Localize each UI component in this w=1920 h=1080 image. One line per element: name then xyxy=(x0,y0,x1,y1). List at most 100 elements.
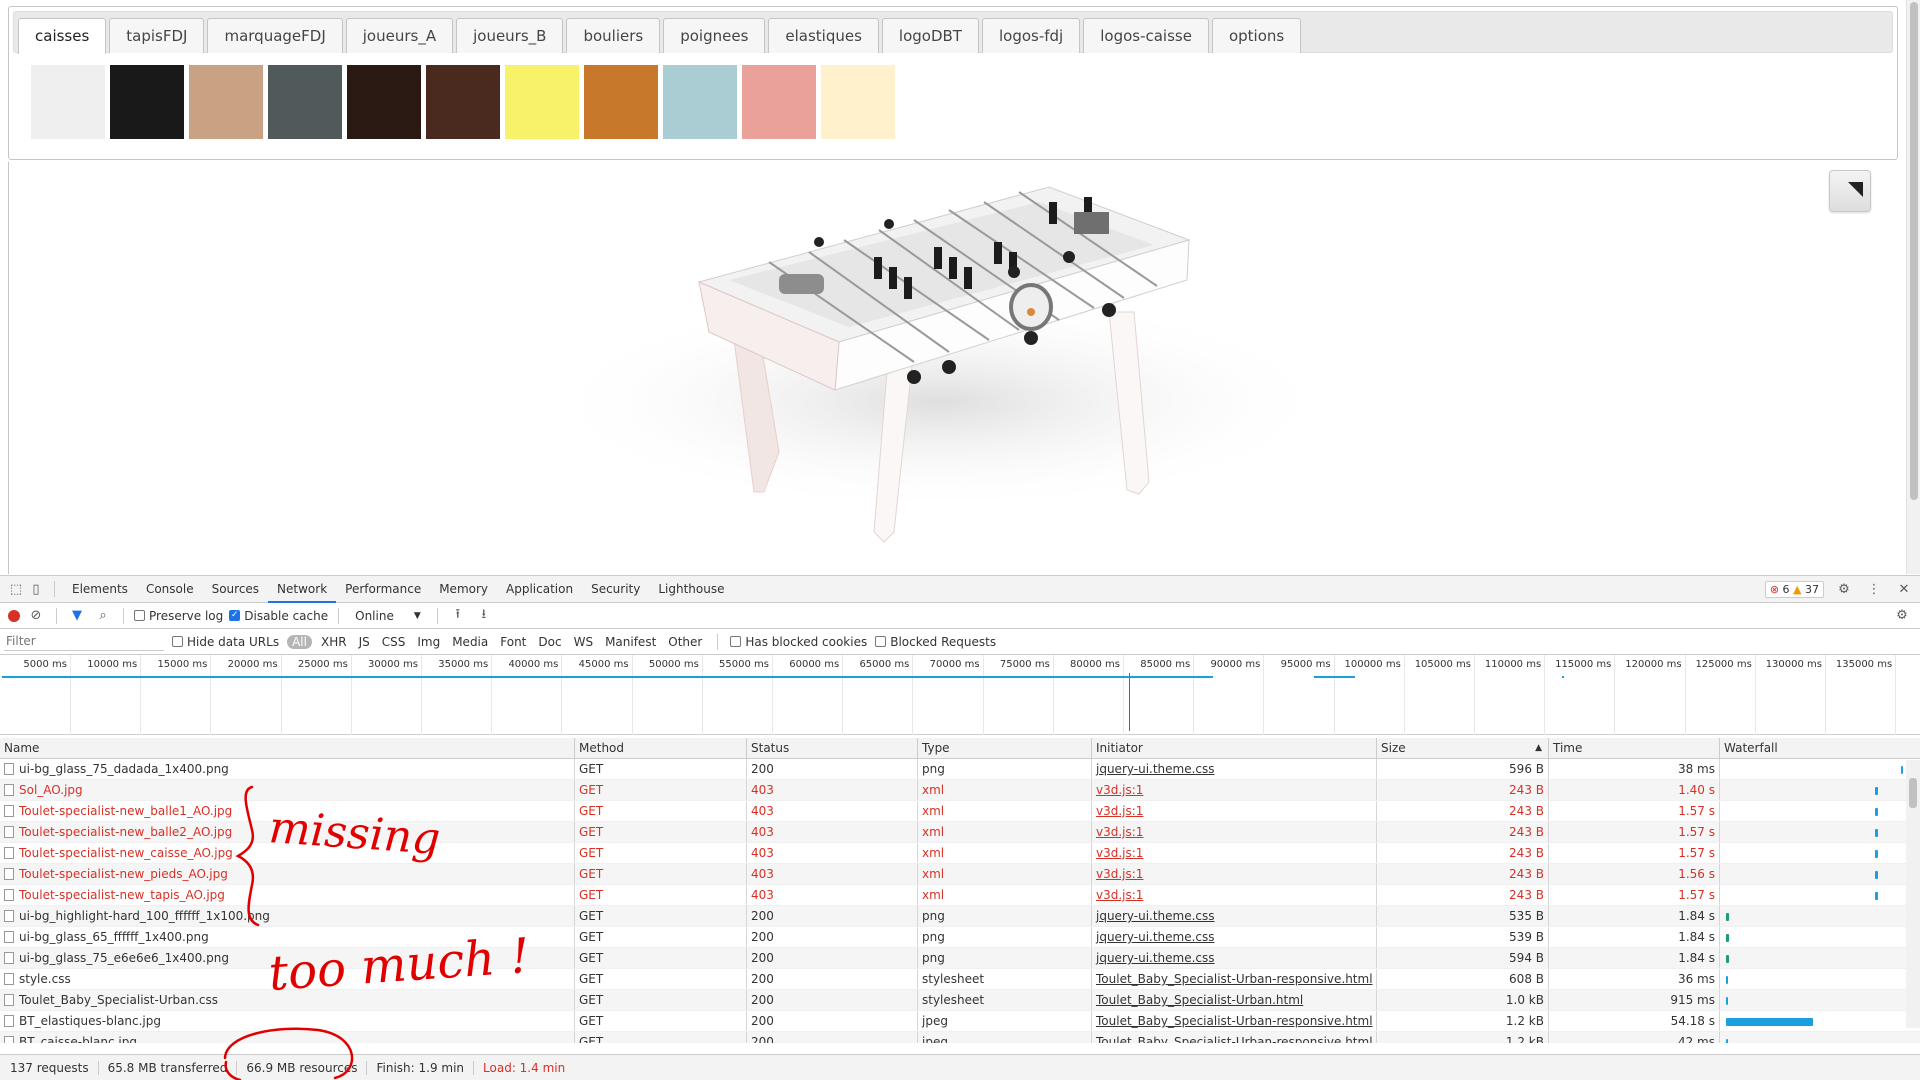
table-row[interactable]: Toulet-specialist-new_balle1_AO.jpg GET 40… xyxy=(0,801,1920,822)
cell-initiator[interactable]: Toulet_Baby_Specialist-Urban-responsive.… xyxy=(1092,1011,1377,1031)
col-initiator-header[interactable]: Initiator xyxy=(1092,738,1377,758)
search-icon[interactable]: ⌕ xyxy=(93,606,113,626)
issues-badge[interactable]: ⊗ 6 ▲ 37 xyxy=(1764,581,1824,598)
table-row[interactable]: ui-bg_glass_75_dadada_1x400.png GET 200 png… xyxy=(0,759,1920,780)
col-method-header[interactable]: Method xyxy=(575,738,747,758)
devtools-tab-sources[interactable]: Sources xyxy=(203,576,268,603)
cell-initiator-text[interactable]: v3d.js:1 xyxy=(1096,825,1143,839)
devtools-tab-security[interactable]: Security xyxy=(582,576,649,603)
type-filter-all[interactable]: All xyxy=(287,634,312,649)
page-scrollbar[interactable] xyxy=(1906,0,1920,574)
cell-initiator[interactable]: v3d.js:1 xyxy=(1092,864,1377,884)
cell-initiator-text[interactable]: Toulet_Baby_Specialist-Urban-responsive.… xyxy=(1096,1035,1373,1043)
table-row[interactable]: Toulet-specialist-new_pieds_AO.jpg GET 403… xyxy=(0,864,1920,885)
cell-initiator-text[interactable]: jquery-ui.theme.css xyxy=(1096,909,1215,923)
checkbox-box[interactable] xyxy=(730,636,742,647)
close-devtools-icon[interactable]: ✕ xyxy=(1894,580,1914,600)
type-filter-css[interactable]: CSS xyxy=(379,635,409,649)
type-filter-js[interactable]: JS xyxy=(356,635,373,649)
col-size-header[interactable]: Size ▲ xyxy=(1377,738,1549,758)
tab-caisses[interactable]: caisses xyxy=(18,18,107,54)
table-row[interactable]: BT_caisse-blanc.jpg GET 200 jpeg Toulet_Baby… xyxy=(0,1032,1920,1043)
checkbox-box[interactable] xyxy=(875,636,887,647)
network-overview-timeline[interactable]: 5000 ms 10000 ms 15000 ms 20000 ms 25000 ms 3… xyxy=(0,655,1920,735)
cell-initiator-text[interactable]: v3d.js:1 xyxy=(1096,888,1143,902)
preserve-log-checkbox[interactable]: Preserve log xyxy=(134,609,223,623)
cell-initiator-text[interactable]: jquery-ui.theme.css xyxy=(1096,930,1215,944)
color-swatch[interactable] xyxy=(31,65,105,139)
table-row[interactable]: BT_elastiques-blanc.jpg GET 200 jpeg Toulet_… xyxy=(0,1011,1920,1032)
cell-initiator-text[interactable]: v3d.js:1 xyxy=(1096,846,1143,860)
color-swatch[interactable] xyxy=(426,65,500,139)
tab-tapisfdj[interactable]: tapisFDJ xyxy=(109,18,205,53)
col-status-header[interactable]: Status xyxy=(747,738,918,758)
checkbox-box-checked[interactable]: ✓ xyxy=(229,610,241,621)
color-swatch[interactable] xyxy=(110,65,184,139)
clear-icon[interactable]: ⊘ xyxy=(26,606,46,626)
cell-initiator[interactable]: jquery-ui.theme.css xyxy=(1092,759,1377,779)
devtools-tab-lighthouse[interactable]: Lighthouse xyxy=(649,576,733,603)
blocked-requests-checkbox[interactable]: Blocked Requests xyxy=(875,635,996,649)
table-row[interactable]: ui-bg_glass_65_ffffff_1x400.png GET 200 png… xyxy=(0,927,1920,948)
has-blocked-cookies-checkbox[interactable]: Has blocked cookies xyxy=(730,635,867,649)
color-swatch[interactable] xyxy=(347,65,421,139)
cell-initiator[interactable]: jquery-ui.theme.css xyxy=(1092,948,1377,968)
tab-logos-caisse[interactable]: logos-caisse xyxy=(1083,18,1209,53)
color-swatch[interactable] xyxy=(189,65,263,139)
3d-viewport[interactable] xyxy=(8,162,1906,574)
col-type-header[interactable]: Type xyxy=(918,738,1092,758)
type-filter-xhr[interactable]: XHR xyxy=(318,635,350,649)
type-filter-other[interactable]: Other xyxy=(665,635,705,649)
color-swatch[interactable] xyxy=(742,65,816,139)
type-filter-img[interactable]: Img xyxy=(414,635,443,649)
devtools-tab-console[interactable]: Console xyxy=(137,576,203,603)
table-row[interactable]: Sol_AO.jpg GET 403 xml v3d.js:1 243 B 1.40 s xyxy=(0,780,1920,801)
network-settings-icon[interactable]: ⚙ xyxy=(1892,606,1912,626)
cell-initiator[interactable]: v3d.js:1 xyxy=(1092,801,1377,821)
devtools-tab-performance[interactable]: Performance xyxy=(336,576,430,603)
cell-initiator-text[interactable]: Toulet_Baby_Specialist-Urban-responsive.… xyxy=(1096,1014,1373,1028)
type-filter-manifest[interactable]: Manifest xyxy=(602,635,659,649)
cell-initiator[interactable]: v3d.js:1 xyxy=(1092,843,1377,863)
hide-data-urls-checkbox[interactable]: Hide data URLs xyxy=(172,635,279,649)
type-filter-media[interactable]: Media xyxy=(449,635,491,649)
tab-joueurs-a[interactable]: joueurs_A xyxy=(345,18,454,53)
more-options-icon[interactable]: ⋮ xyxy=(1864,580,1884,600)
filter-funnel-icon[interactable]: ▼ xyxy=(67,606,87,626)
device-toolbar-icon[interactable]: ▯ xyxy=(26,579,46,599)
type-filter-doc[interactable]: Doc xyxy=(535,635,564,649)
color-swatch[interactable] xyxy=(505,65,579,139)
export-har-icon[interactable]: ⭳ xyxy=(474,606,494,626)
table-row[interactable]: Toulet-specialist-new_balle2_AO.jpg GET 40… xyxy=(0,822,1920,843)
color-swatch[interactable] xyxy=(663,65,737,139)
throttle-select[interactable]: Online ▼ xyxy=(349,609,427,623)
table-row[interactable]: Toulet-specialist-new_tapis_AO.jpg GET 403… xyxy=(0,885,1920,906)
cell-initiator-text[interactable]: jquery-ui.theme.css xyxy=(1096,762,1215,776)
filter-input[interactable] xyxy=(4,632,164,651)
checkbox-box[interactable] xyxy=(172,636,183,647)
table-row[interactable]: ui-bg_glass_75_e6e6e6_1x400.png GET 200 png… xyxy=(0,948,1920,969)
col-name-header[interactable]: Name xyxy=(0,738,575,758)
table-row[interactable]: ui-bg_highlight-hard_100_ffffff_1x100.pn… xyxy=(0,906,1920,927)
cell-initiator[interactable]: jquery-ui.theme.css xyxy=(1092,927,1377,947)
tab-elastiques[interactable]: elastiques xyxy=(768,18,879,53)
cell-initiator-text[interactable]: jquery-ui.theme.css xyxy=(1096,951,1215,965)
table-scroll-thumb[interactable] xyxy=(1909,778,1917,808)
color-swatch[interactable] xyxy=(584,65,658,139)
table-scrollbar[interactable] xyxy=(1906,760,1920,1028)
cell-initiator-text[interactable]: v3d.js:1 xyxy=(1096,867,1143,881)
tab-logos-fdj[interactable]: logos-fdj xyxy=(981,18,1081,53)
page-scroll-thumb[interactable] xyxy=(1910,2,1918,500)
devtools-tab-application[interactable]: Application xyxy=(497,576,582,603)
tab-marquagefdj[interactable]: marquageFDJ xyxy=(207,18,343,53)
cell-initiator[interactable]: Toulet_Baby_Specialist-Urban-responsive.… xyxy=(1092,969,1377,989)
settings-gear-icon[interactable]: ⚙ xyxy=(1834,580,1854,600)
devtools-tab-network[interactable]: Network xyxy=(268,576,337,603)
cell-initiator-text[interactable]: Toulet_Baby_Specialist-Urban-responsive.… xyxy=(1096,972,1373,986)
devtools-tab-memory[interactable]: Memory xyxy=(430,576,497,603)
cell-initiator[interactable]: Toulet_Baby_Specialist-Urban-responsive.… xyxy=(1092,1032,1377,1043)
color-swatch[interactable] xyxy=(821,65,895,139)
record-icon[interactable] xyxy=(8,609,20,622)
table-row[interactable]: style.css GET 200 stylesheet Toulet_Baby_Spe… xyxy=(0,969,1920,990)
cell-initiator[interactable]: v3d.js:1 xyxy=(1092,822,1377,842)
